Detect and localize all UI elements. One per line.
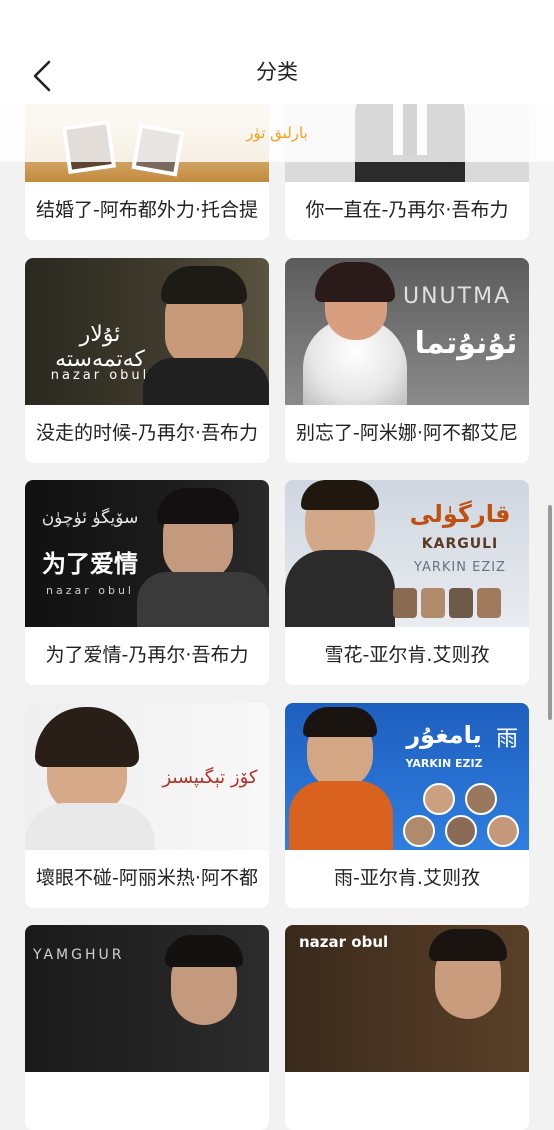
- song-title: 结婚了-阿布都外力·托合提: [36, 199, 258, 221]
- cover-text: ئۇنۇتما: [414, 326, 518, 361]
- album-cover: ئۇلار كەتمەستە nazar obul: [25, 258, 269, 405]
- song-title: 壞眼不碰-阿丽米热·阿不都: [36, 867, 258, 889]
- album-cover: UNUTMA ئۇنۇتما: [285, 258, 529, 405]
- cover-text: سۆيگۈ ئۈچۈن: [41, 508, 139, 528]
- cover-text: nazar obul: [50, 368, 150, 383]
- cover-text: 雨: [495, 727, 518, 752]
- song-card[interactable]: ئۇلار كەتمەستە nazar obul 没走的时候-乃再尔·吾布力: [25, 258, 269, 463]
- song-card[interactable]: قارگۈلى KARGULI YARKIN EZIZ 雪花-亚尔肯.艾则孜: [285, 480, 529, 685]
- song-title: 你一直在-乃再尔·吾布力: [305, 199, 509, 221]
- album-cover: سۆيگۈ ئۈچۈن 为了爱情 nazar obul: [25, 480, 269, 627]
- cover-text: قارگۈلى: [409, 500, 511, 528]
- cover-text: كۆز تېگىپسىز: [162, 767, 258, 788]
- album-cover: قارگۈلى KARGULI YARKIN EZIZ: [285, 480, 529, 627]
- scrollbar[interactable]: [548, 505, 552, 720]
- cover-text: YARKIN EZIZ: [405, 757, 483, 770]
- album-cover: كۆز تېگىپسىز: [25, 703, 269, 850]
- album-cover: YAMGHUR: [25, 925, 269, 1072]
- category-label[interactable]: بارلىق تۈر: [246, 124, 308, 142]
- cover-text: nazar obul: [299, 933, 389, 951]
- song-title: 为了爱情-乃再尔·吾布力: [45, 644, 249, 666]
- song-card[interactable]: UNUTMA ئۇنۇتما 别忘了-阿米娜·阿不都艾尼: [285, 258, 529, 463]
- song-card[interactable]: nazar obul: [285, 925, 529, 1130]
- cover-text: UNUTMA: [403, 284, 512, 309]
- app-header: 分类: [0, 0, 554, 104]
- cover-text: ئۇلار كەتمەستە: [55, 322, 145, 372]
- category-bar: بارلىق تۈر: [0, 104, 554, 162]
- song-title: [25, 1085, 269, 1115]
- song-title: [285, 1085, 529, 1115]
- song-card[interactable]: كۆز تېگىپسىز 壞眼不碰-阿丽米热·阿不都: [25, 703, 269, 908]
- album-cover: nazar obul: [285, 925, 529, 1072]
- song-title: 雨-亚尔肯.艾则孜: [334, 867, 480, 889]
- song-title: 别忘了-阿米娜·阿不都艾尼: [296, 422, 518, 444]
- cover-text: YAMGHUR: [33, 947, 125, 963]
- song-card[interactable]: سۆيگۈ ئۈچۈن 为了爱情 nazar obul 为了爱情-乃再尔·吾布力: [25, 480, 269, 685]
- song-title: 雪花-亚尔肯.艾则孜: [324, 644, 490, 666]
- cover-text: يامغۇر: [406, 721, 482, 749]
- page-title: 分类: [256, 60, 298, 84]
- cover-text: nazar obul: [46, 584, 134, 597]
- song-card[interactable]: يامغۇر 雨 YARKIN EZIZ 雨-亚尔肯.艾则孜: [285, 703, 529, 908]
- album-cover: يامغۇر 雨 YARKIN EZIZ: [285, 703, 529, 850]
- cover-text: YARKIN EZIZ: [414, 560, 506, 575]
- song-card[interactable]: YAMGHUR: [25, 925, 269, 1130]
- cover-text: KARGULI: [421, 536, 499, 552]
- song-title: 没走的时候-乃再尔·吾布力: [36, 422, 258, 444]
- cover-text: 为了爱情: [42, 550, 138, 578]
